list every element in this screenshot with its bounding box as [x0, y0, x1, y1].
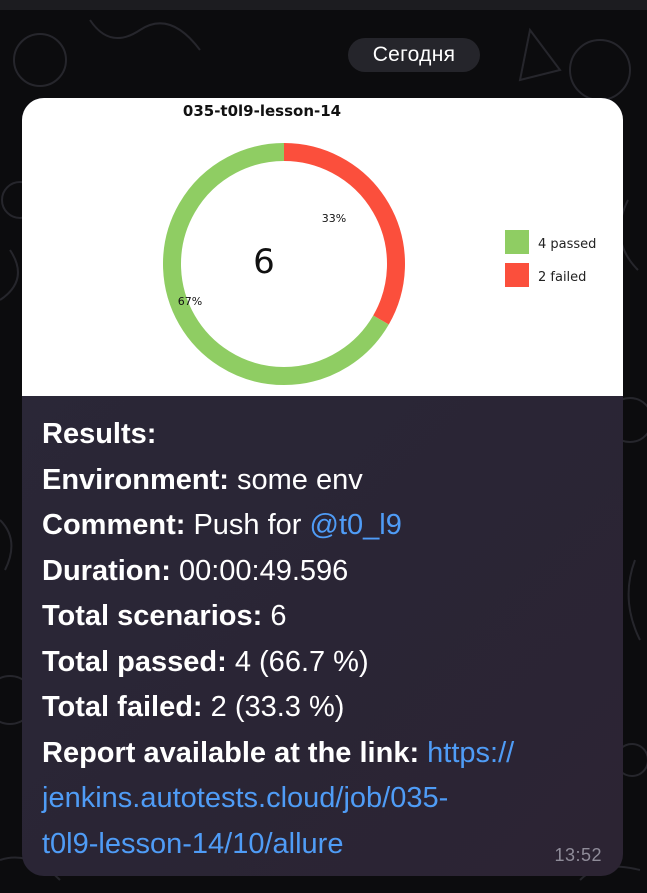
- message-time: 13:52: [554, 845, 602, 865]
- report-label: Report available at the link:: [42, 736, 420, 769]
- slice-label-passed: 67%: [178, 295, 202, 308]
- donut-slice-failed: [283, 143, 405, 325]
- comment-label: Comment:: [42, 509, 186, 541]
- report-line: Report available at the link: https://: [42, 731, 612, 777]
- chart-image[interactable]: 035-t0l9-lesson-14 6 33% 67% 4 passed 2 …: [22, 98, 623, 396]
- date-separator: Сегодня: [348, 38, 480, 72]
- total-passed-label: Total passed:: [42, 645, 227, 678]
- report-link-part1[interactable]: https://: [427, 737, 514, 769]
- mention-link[interactable]: @t0_l9: [310, 509, 402, 541]
- total-failed-value: 2 (33.3 %): [210, 691, 345, 723]
- slice-label-failed: 33%: [322, 212, 346, 225]
- duration-label: Duration:: [42, 554, 171, 587]
- legend-label-failed: 2 failed: [538, 270, 586, 285]
- report-link-line2: jenkins.autotests.cloud/job/035-: [42, 776, 612, 822]
- duration-line: Duration: 00:00:49.596: [42, 549, 612, 595]
- results-line: Results:: [42, 412, 612, 458]
- report-link-part3[interactable]: t0l9-lesson-14/10/allure: [42, 828, 343, 860]
- message-bubble[interactable]: 035-t0l9-lesson-14 6 33% 67% 4 passed 2 …: [22, 98, 623, 876]
- total-passed-value: 4 (66.7 %): [234, 645, 369, 678]
- chart-title: 035-t0l9-lesson-14: [183, 102, 341, 120]
- legend-label-passed: 4 passed: [538, 237, 596, 252]
- center-value: 6: [253, 242, 275, 282]
- donut-slice-passed: [163, 143, 389, 385]
- report-link-line3: t0l9-lesson-14/10/allure: [42, 822, 612, 868]
- total-scenarios-value: 6: [270, 600, 287, 632]
- header-edge: [0, 0, 647, 10]
- total-passed-line: Total passed: 4 (66.7 %): [42, 640, 612, 686]
- legend-swatch-failed: [505, 263, 529, 287]
- environment-label: Environment:: [42, 463, 229, 496]
- total-failed-label: Total failed:: [42, 691, 203, 723]
- donut-chart: 035-t0l9-lesson-14 6 33% 67% 4 passed 2 …: [163, 102, 596, 385]
- total-failed-line: Total failed: 2 (33.3 %): [42, 685, 612, 731]
- duration-value: 00:00:49.596: [178, 554, 349, 587]
- environment-line: Environment: some env: [42, 458, 612, 504]
- legend-swatch-passed: [505, 230, 529, 254]
- message-caption: Results: Environment: some env Comment: …: [42, 412, 612, 867]
- total-scenarios-line: Total scenarios: 6: [42, 594, 612, 640]
- total-scenarios-label: Total scenarios:: [42, 600, 263, 632]
- environment-value: some env: [236, 463, 363, 496]
- report-link-part2[interactable]: jenkins.autotests.cloud/job/035-: [42, 782, 448, 814]
- comment-line: Comment: Push for @t0_l9: [42, 503, 612, 549]
- comment-value: Push for: [193, 509, 302, 541]
- results-label: Results:: [42, 418, 157, 450]
